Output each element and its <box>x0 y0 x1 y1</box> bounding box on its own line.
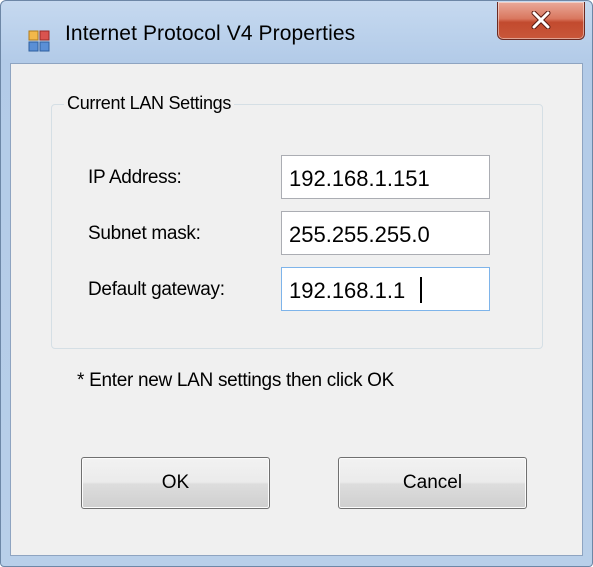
default-gateway-input[interactable] <box>281 267 490 311</box>
group-title: Current LAN Settings <box>64 93 235 114</box>
hint-text: * Enter new LAN settings then click OK <box>77 370 395 391</box>
default-gateway-label: Default gateway: <box>88 279 225 300</box>
close-button[interactable] <box>497 2 585 40</box>
close-icon <box>531 11 551 29</box>
ok-button[interactable]: OK <box>81 457 270 509</box>
subnet-mask-input[interactable] <box>281 211 490 255</box>
window-title: Internet Protocol V4 Properties <box>65 22 356 45</box>
ip-address-input[interactable] <box>281 155 490 199</box>
ip-address-label: IP Address: <box>88 167 182 188</box>
text-caret <box>420 277 422 303</box>
cancel-button[interactable]: Cancel <box>338 457 527 509</box>
title-bar[interactable]: Internet Protocol V4 Properties <box>1 1 592 63</box>
dialog-window: Internet Protocol V4 Properties Current … <box>0 0 593 567</box>
dialog-body: Current LAN Settings IP Address: Subnet … <box>10 63 583 556</box>
subnet-mask-label: Subnet mask: <box>88 223 201 244</box>
network-properties-icon <box>28 30 50 52</box>
